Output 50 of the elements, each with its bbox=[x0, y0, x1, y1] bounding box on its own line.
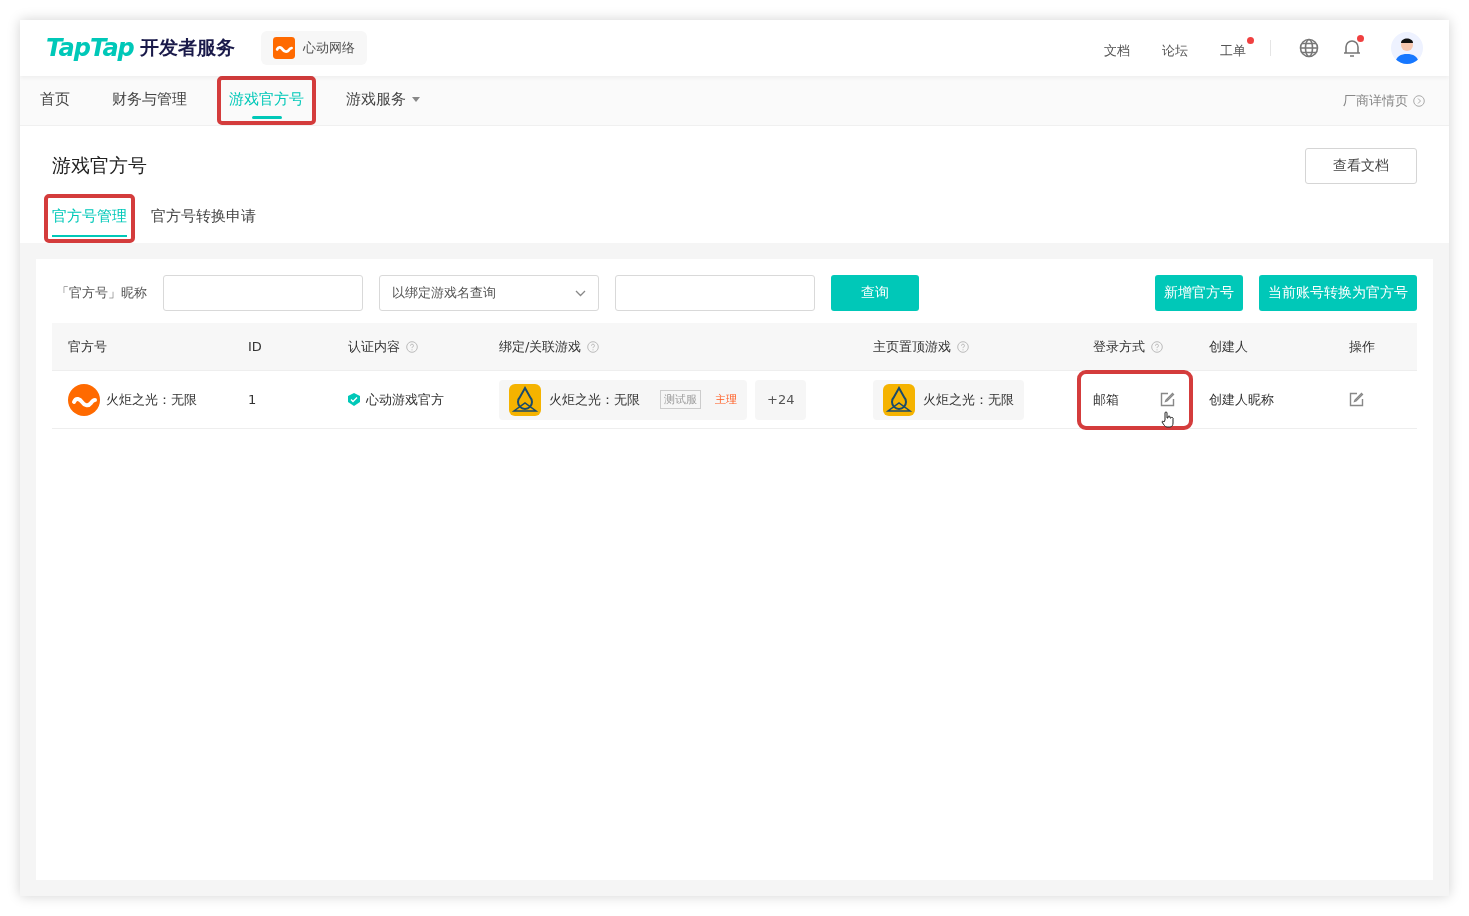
chevron-down-icon bbox=[575, 289, 586, 297]
help-icon[interactable] bbox=[1151, 340, 1163, 353]
edit-icon[interactable] bbox=[1160, 392, 1175, 407]
view-docs-button[interactable]: 查看文档 bbox=[1305, 148, 1417, 184]
header-link[interactable]: 文档 bbox=[1104, 36, 1138, 60]
vendor-details-link[interactable]: 厂商详情页 bbox=[1343, 91, 1425, 110]
owner-tag: 主理 bbox=[715, 392, 737, 407]
game-filter-dropdown[interactable]: 以绑定游戏名查询 bbox=[379, 275, 599, 311]
game-icon bbox=[509, 383, 541, 416]
login-method-text: 邮箱 bbox=[1093, 390, 1119, 409]
game-name-input-field[interactable] bbox=[615, 275, 815, 311]
game-icon bbox=[883, 383, 915, 416]
bound-game-chip[interactable]: 火炬之光：无限 测试服 主理 bbox=[499, 379, 747, 420]
pinned-game-chip[interactable]: 火炬之光：无限 bbox=[873, 379, 1024, 420]
edit-icon[interactable] bbox=[1349, 392, 1364, 407]
logo-subtitle: 开发者服务 bbox=[139, 35, 235, 60]
verified-badge-icon bbox=[348, 393, 360, 406]
help-icon[interactable] bbox=[587, 340, 600, 353]
nav-tab[interactable]: 财务与管理 bbox=[104, 80, 195, 121]
test-server-tag: 测试服 bbox=[660, 390, 701, 409]
column-header: 绑定/关联游戏 bbox=[499, 337, 582, 356]
filter-label: 「官方号」昵称 bbox=[56, 284, 147, 302]
sub-tab[interactable]: 官方号转换申请 bbox=[147, 198, 260, 239]
brand-logo-icon bbox=[272, 37, 295, 59]
language-globe-icon[interactable] bbox=[1299, 38, 1319, 58]
nickname-input-field[interactable] bbox=[163, 275, 363, 311]
page-title: 游戏官方号 bbox=[52, 153, 147, 178]
creator-name: 创建人昵称 bbox=[1209, 390, 1274, 409]
brand-logo-icon bbox=[68, 383, 100, 416]
column-header: 认证内容 bbox=[348, 337, 400, 356]
help-icon[interactable] bbox=[957, 340, 969, 353]
more-games-count[interactable]: +24 bbox=[755, 379, 807, 420]
column-header: 创建人 bbox=[1209, 337, 1248, 356]
column-header: 官方号 bbox=[68, 337, 107, 356]
header-link[interactable]: 论坛 bbox=[1162, 36, 1196, 60]
notification-bell-icon[interactable] bbox=[1343, 38, 1361, 58]
header-link[interactable]: 工单 bbox=[1220, 36, 1254, 60]
column-header: 操作 bbox=[1349, 337, 1375, 356]
nav-tab[interactable]: 首页 bbox=[32, 80, 78, 121]
column-header: 主页置顶游戏 bbox=[873, 337, 951, 356]
id-cell: 1 bbox=[248, 392, 257, 407]
organization-switcher[interactable]: 心动网络 bbox=[260, 31, 367, 65]
help-icon[interactable] bbox=[406, 340, 418, 353]
user-avatar[interactable] bbox=[1391, 32, 1423, 64]
chevron-circle-icon bbox=[1413, 94, 1425, 107]
account-name: 火炬之光：无限 bbox=[106, 390, 197, 409]
verification-text: 心动游戏官方 bbox=[366, 390, 444, 409]
nav-tab[interactable]: 游戏服务 bbox=[338, 80, 428, 121]
column-header: 登录方式 bbox=[1093, 337, 1145, 356]
column-header: ID bbox=[248, 339, 262, 354]
